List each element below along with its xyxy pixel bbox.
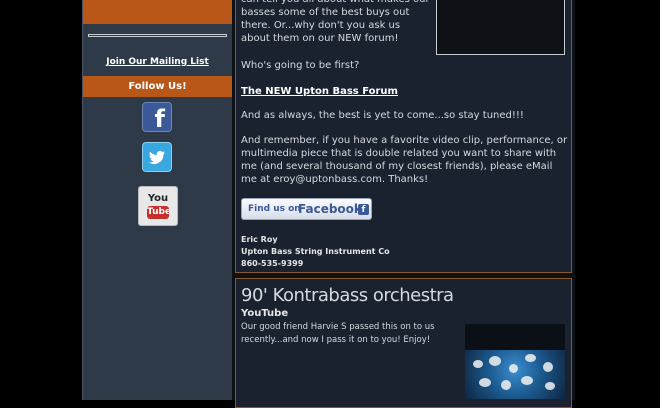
post-stay-tuned: And as always, the best is yet to come..… <box>241 110 524 121</box>
left-sidebar: Join Our Mailing List Follow Us! f You T… <box>82 0 233 400</box>
twitter-bird-icon <box>149 150 165 165</box>
youtube-icon[interactable]: You Tube <box>138 186 178 226</box>
post-remember: And remember, if you have a favorite vid… <box>241 135 568 185</box>
video-source: YouTube <box>241 308 289 319</box>
post-image <box>436 0 565 55</box>
signature-company: Upton Bass String Instrument Co <box>241 247 390 256</box>
page-background-right <box>575 0 660 400</box>
post-intro-text: can tell you all about what makes our ba… <box>241 0 430 44</box>
fb-button-prefix: Find us on <box>248 204 301 214</box>
fb-button-brand: Facebook <box>298 202 362 216</box>
facebook-badge-icon: f <box>358 204 369 215</box>
blog-post-panel: can tell you all about what makes our ba… <box>235 0 572 273</box>
sidebar-divider <box>88 34 227 37</box>
find-us-on-facebook-button[interactable]: Find us on Facebook f <box>241 198 372 220</box>
forum-link[interactable]: The NEW Upton Bass Forum <box>241 85 398 98</box>
youtube-tube-text: Tube <box>147 206 172 219</box>
video-post-panel: 90' Kontrabass orchestra YouTube Our goo… <box>235 278 572 408</box>
signature-phone: 860-535-9399 <box>241 259 304 268</box>
main-content: can tell you all about what makes our ba… <box>232 0 575 408</box>
video-title: 90' Kontrabass orchestra <box>241 285 454 306</box>
orchestra-image <box>465 350 565 399</box>
youtube-you-text: You <box>147 193 169 204</box>
twitter-icon[interactable] <box>142 142 172 172</box>
page-background-left <box>0 0 82 400</box>
post-question: Who's going to be first? <box>241 60 360 71</box>
follow-us-heading: Follow Us! <box>83 76 232 97</box>
sidebar-header-bar <box>83 0 232 24</box>
video-thumbnail[interactable] <box>465 324 565 399</box>
facebook-glyph: f <box>154 105 165 133</box>
signature-name: Eric Roy <box>241 235 278 244</box>
facebook-icon[interactable]: f <box>142 102 172 133</box>
video-description: Our good friend Harvie S passed this on … <box>241 322 435 345</box>
mailing-list-link[interactable]: Join Our Mailing List <box>83 57 232 67</box>
